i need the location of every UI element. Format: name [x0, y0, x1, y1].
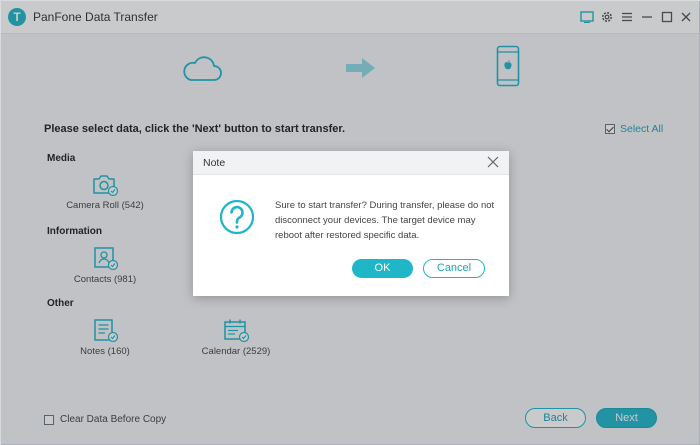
note-dialog: Note Sure to start transfer? During tran…	[193, 151, 509, 296]
ok-button[interactable]: OK	[352, 259, 413, 278]
dialog-title: Note	[203, 157, 226, 169]
app-window: T PanFone Data Transfer Please select da…	[0, 0, 700, 445]
cancel-button[interactable]: Cancel	[423, 259, 485, 278]
dialog-message: Sure to start transfer? During transfer,…	[275, 200, 495, 241]
question-icon	[219, 199, 255, 235]
dialog-header: Note	[193, 151, 509, 175]
dialog-close-icon[interactable]	[487, 156, 499, 168]
